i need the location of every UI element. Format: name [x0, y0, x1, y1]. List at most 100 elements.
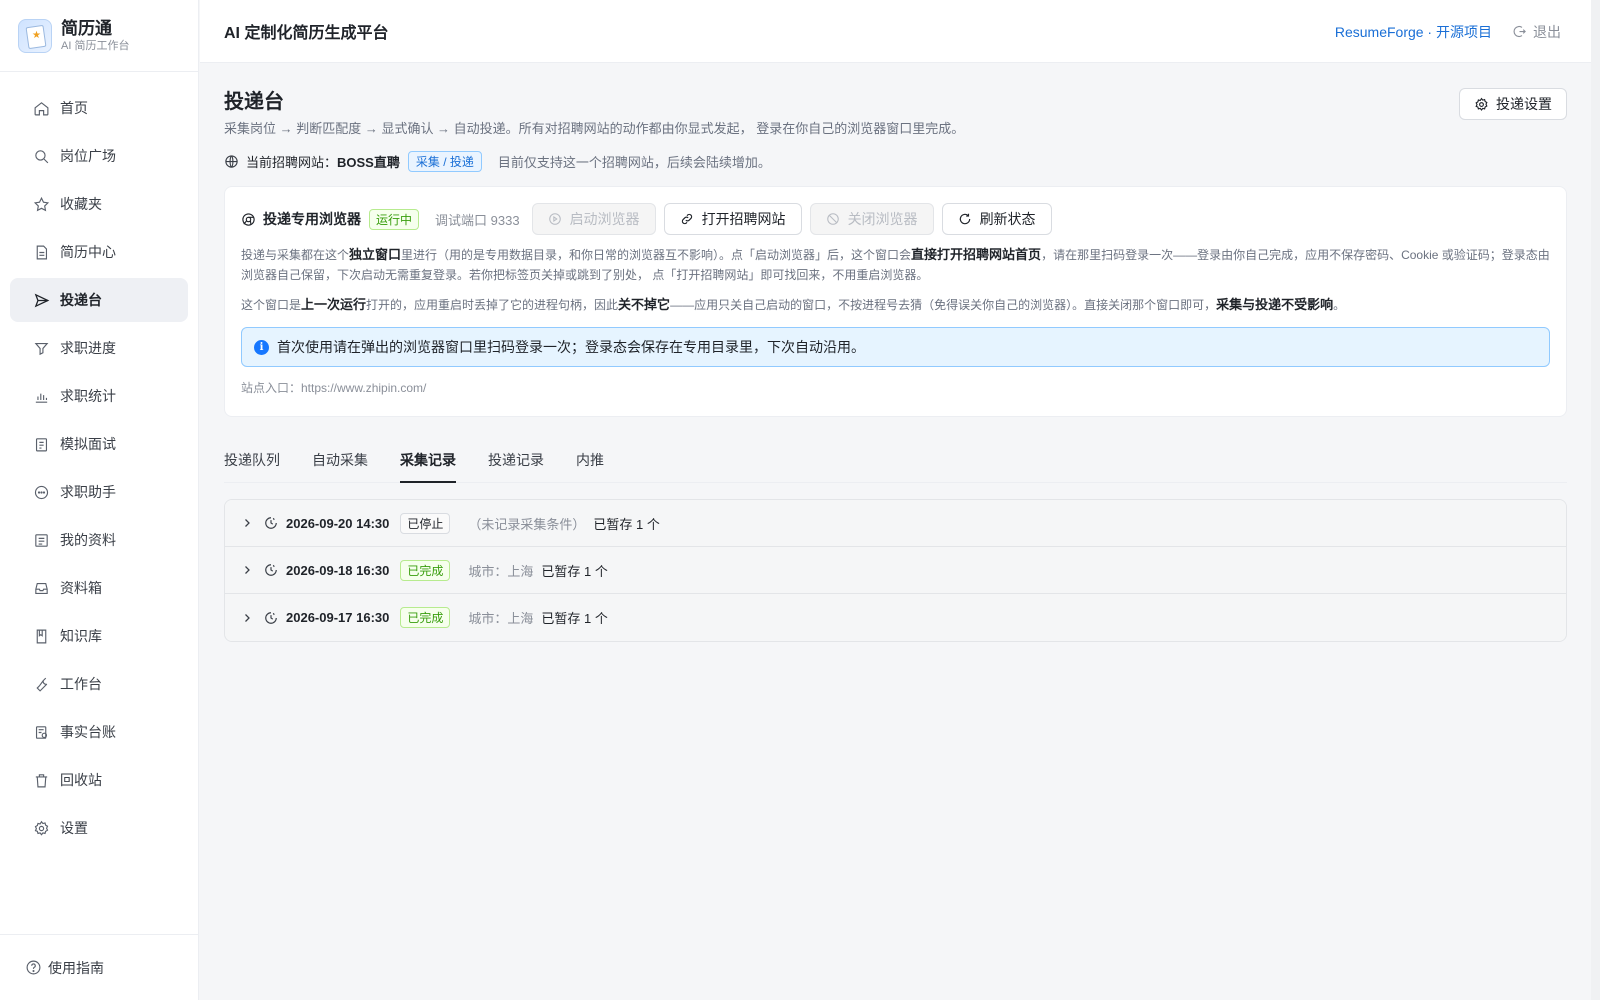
- sidebar-item-label: 回收站: [60, 772, 102, 788]
- alert-text: 首次使用请在弹出的浏览器窗口里扫码登录一次；登录态会保存在专用目录里，下次自动沿…: [277, 339, 865, 355]
- sidebar-item-interview[interactable]: 模拟面试: [10, 422, 188, 466]
- site-label: 当前招聘网站：: [246, 155, 338, 170]
- sidebar-item-profile[interactable]: 我的资料: [10, 518, 188, 562]
- sidebar-item-resume[interactable]: 简历中心: [10, 230, 188, 274]
- brand[interactable]: 简历通 AI 简历工作台: [0, 0, 198, 72]
- search-icon: [32, 147, 50, 165]
- sidebar-item-label: 求职进度: [60, 340, 116, 356]
- brand-subtitle: AI 简历工作台: [61, 39, 130, 52]
- guide-label: 使用指南: [48, 959, 104, 976]
- sidebar-item-assistant[interactable]: 求职助手: [10, 470, 188, 514]
- sidebar-item-favorites[interactable]: 收藏夹: [10, 182, 188, 226]
- login-info-alert: i 首次使用请在弹出的浏览器窗口里扫码登录一次；登录态会保存在专用目录里，下次自…: [241, 327, 1550, 367]
- collect-record-row[interactable]: 2026-09-17 16:30 已完成 城市：上海 已暂存 1 个: [225, 594, 1566, 641]
- send-icon: [32, 291, 50, 309]
- text: 里进行（用的是专用数据目录，和你日常的浏览器互不影响）。点「启动浏览器」后，这个…: [401, 248, 912, 262]
- clock-icon: [265, 611, 277, 624]
- sidebar-item-label: 求职统计: [60, 388, 116, 404]
- sidebar-item-ledger[interactable]: 事实台账: [10, 710, 188, 754]
- sidebar-item-label: 求职助手: [60, 484, 116, 500]
- document-icon: [32, 243, 50, 261]
- start-browser-label: 启动浏览器: [569, 211, 640, 227]
- sidebar-item-workbench[interactable]: 工作台: [10, 662, 188, 706]
- page-description: 采集岗位 → 判断匹配度 → 显式确认 → 自动投递。所有对招聘网站的动作都由你…: [224, 121, 965, 136]
- status-badge: 已完成: [400, 607, 451, 628]
- text: 。: [1333, 298, 1346, 312]
- sidebar-item-home[interactable]: 首页: [10, 86, 188, 130]
- close-browser-button[interactable]: 关闭浏览器: [809, 203, 934, 235]
- sidebar-item-label: 知识库: [60, 628, 102, 644]
- logout-label: 退出: [1533, 23, 1561, 40]
- sidebar-item-delivery[interactable]: 投递台: [10, 278, 188, 322]
- site-mode-tag: 采集 / 投递: [407, 151, 482, 172]
- topbar-actions: ResumeForge · 开源项目 退出: [1335, 0, 1561, 63]
- text: ——应用只关自己启动的窗口，不按进程号去猜（免得误关你自己的浏览器）。直接关闭那…: [670, 298, 1217, 312]
- site-entry: 站点入口：https://www.zhipin.com/: [241, 381, 427, 395]
- sidebar-item-settings[interactable]: 设置: [10, 806, 188, 850]
- sidebar-item-label: 首页: [60, 100, 88, 116]
- start-browser-button[interactable]: 启动浏览器: [531, 203, 656, 235]
- chevron-right-icon[interactable]: [241, 517, 253, 529]
- chevron-right-icon[interactable]: [241, 612, 253, 624]
- sidebar-item-label: 模拟面试: [60, 436, 116, 452]
- trash-icon: [32, 771, 50, 789]
- sidebar-item-progress[interactable]: 求职进度: [10, 326, 188, 370]
- scrollbar[interactable]: [1591, 0, 1600, 1000]
- open-site-button[interactable]: 打开招聘网站: [663, 203, 802, 235]
- refresh-status-button[interactable]: 刷新状态: [941, 203, 1052, 235]
- clock-icon: [265, 564, 277, 576]
- status-badge: 已完成: [400, 559, 451, 581]
- chevron-right-icon[interactable]: [241, 564, 253, 576]
- logout-button[interactable]: 退出: [1512, 22, 1561, 42]
- brand-title: 简历通: [61, 18, 112, 38]
- globe-icon: [225, 155, 238, 168]
- record-count: 已暂存 1 个: [593, 516, 660, 532]
- emphasis: 采集与投递不受影响: [1216, 297, 1334, 312]
- tab-bar: 投递队列 自动采集 采集记录 投递记录 内推: [224, 441, 1567, 483]
- logout-icon: [1513, 25, 1526, 38]
- sidebar-item-jobs[interactable]: 岗位广场: [10, 134, 188, 178]
- tab-referral[interactable]: 内推: [576, 450, 604, 482]
- tab-auto-collect[interactable]: 自动采集: [312, 450, 368, 482]
- current-site-row: 当前招聘网站： BOSS直聘 采集 / 投递 目前仅支持这一个招聘网站，后续会陆…: [224, 151, 1567, 172]
- bar-chart-icon: [32, 387, 50, 405]
- sidebar: 简历通 AI 简历工作台 首页 岗位广场 收藏夹 简历中心 投递台 求职进度: [0, 0, 199, 1000]
- collect-record-row[interactable]: 2026-09-18 16:30 已完成 城市：上海 已暂存 1 个: [225, 547, 1566, 594]
- sidebar-item-stats[interactable]: 求职统计: [10, 374, 188, 418]
- collect-record-row[interactable]: 2026-09-20 14:30 已停止 （未记录采集条件） 已暂存 1 个: [225, 500, 1566, 547]
- sidebar-item-trash[interactable]: 回收站: [10, 758, 188, 802]
- project-link[interactable]: ResumeForge · 开源项目: [1335, 22, 1492, 42]
- ledger-icon: [32, 723, 50, 741]
- tab-delivery-records[interactable]: 投递记录: [488, 450, 544, 482]
- info-icon: i: [254, 339, 269, 355]
- sidebar-item-label: 收藏夹: [60, 196, 102, 212]
- record-count: 已暂存 1 个: [541, 611, 608, 626]
- sidebar-nav: 首页 岗位广场 收藏夹 简历中心 投递台 求职进度 求职统计 模拟面试 求职助手…: [0, 72, 198, 850]
- clipboard-icon: [32, 435, 50, 453]
- play-icon: [548, 213, 561, 225]
- clock-icon: [265, 517, 277, 529]
- settings-label: 投递设置: [1496, 96, 1552, 112]
- browser-card: 投递专用浏览器 运行中 调试端口 9333 启动浏览器 打开招聘网站 关闭浏览器…: [224, 186, 1567, 417]
- main-content: 投递台 采集岗位 → 判断匹配度 → 显式确认 → 自动投递。所有对招聘网站的动…: [224, 88, 1567, 642]
- open-site-label: 打开招聘网站: [701, 211, 786, 227]
- close-browser-label: 关闭浏览器: [847, 211, 918, 227]
- help-icon: [24, 959, 42, 977]
- emphasis: 关不掉它: [618, 297, 671, 312]
- browser-card-header: 投递专用浏览器 运行中 调试端口 9333 启动浏览器 打开招聘网站 关闭浏览器…: [241, 203, 1550, 235]
- tab-delivery-queue[interactable]: 投递队列: [224, 450, 280, 482]
- sidebar-item-materials[interactable]: 资料箱: [10, 566, 188, 610]
- text: 这个窗口是: [241, 298, 302, 312]
- sidebar-item-label: 设置: [60, 820, 88, 836]
- list-icon: [32, 531, 50, 549]
- record-time: 2026-09-20 14:30: [286, 515, 390, 531]
- sidebar-item-knowledge[interactable]: 知识库: [10, 614, 188, 658]
- link-icon: [681, 213, 692, 225]
- guide-link[interactable]: 使用指南: [0, 934, 198, 1000]
- browser-explanation: 投递与采集都在这个独立窗口里进行（用的是专用数据目录，和你日常的浏览器互不影响）…: [241, 245, 1550, 285]
- stop-icon: [826, 213, 839, 225]
- page-title: 投递台: [224, 91, 284, 113]
- delivery-settings-button[interactable]: 投递设置: [1459, 88, 1567, 120]
- record-time: 2026-09-17 16:30: [286, 610, 390, 625]
- tab-collect-records[interactable]: 采集记录: [400, 450, 456, 483]
